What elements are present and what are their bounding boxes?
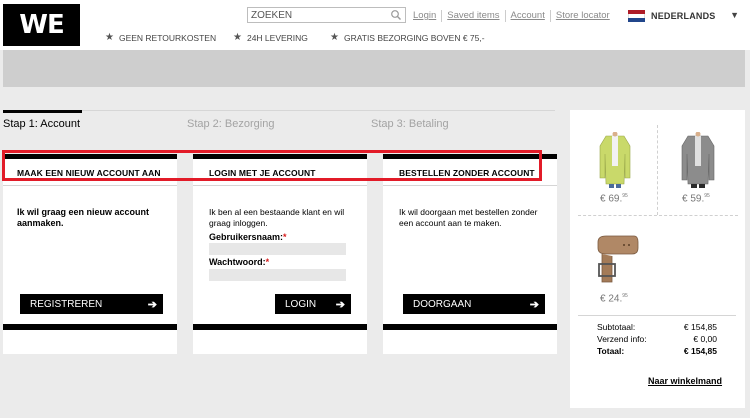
chevron-down-icon: ▼ <box>730 10 739 20</box>
go-to-cart-link[interactable]: Naar winkelmand <box>648 376 722 386</box>
required-mark: * <box>283 232 287 242</box>
usp-item: ★ GRATIS BEZORGING BOVEN € 75,- <box>330 32 485 43</box>
card-bottom-bar <box>3 324 177 330</box>
divider <box>383 185 557 186</box>
card-text: Ik wil doorgaan met bestellen zonder een… <box>399 207 538 228</box>
step-account: Stap 1: Account <box>3 118 81 130</box>
total-row: Totaal: € 154,85 <box>597 345 717 357</box>
password-field[interactable] <box>209 269 346 281</box>
usp-label: GRATIS BEZORGING BOVEN € 75,- <box>343 32 485 43</box>
card-bottom-bar <box>193 324 367 330</box>
search-box[interactable] <box>247 7 406 23</box>
language-selector[interactable]: NEDERLANDS ▼ <box>628 8 742 24</box>
netherlands-flag-icon <box>628 10 645 22</box>
divider <box>193 185 367 186</box>
continue-button-label: DOORGAAN <box>413 298 472 310</box>
subtotal-label: Subtotaal: <box>597 322 636 332</box>
card-text: Ik wil graag een nieuw account aanmaken. <box>17 207 150 228</box>
guest-checkout-card: BESTELLEN ZONDER ACCOUNT Ik wil doorgaan… <box>383 154 557 354</box>
highlight-box <box>2 150 542 181</box>
divider <box>657 125 658 215</box>
cart-totals: Subtotaal: € 154,85 Verzend info: € 0,00… <box>597 321 717 357</box>
saved-items-link[interactable]: Saved items <box>442 10 506 22</box>
top-links: Login Saved items Account Store locator <box>408 9 615 23</box>
arrow-right-icon: ➔ <box>529 298 539 311</box>
divider <box>578 315 736 316</box>
price-main: € 69. <box>600 193 623 205</box>
price-main: € 59. <box>682 193 705 205</box>
checkout-steps: Stap 1: Account Stap 2: Bezorging Stap 3… <box>3 110 555 135</box>
search-icon[interactable] <box>390 9 402 21</box>
login-button-label: LOGIN <box>285 298 317 310</box>
store-locator-link[interactable]: Store locator <box>551 10 615 22</box>
register-button-label: REGISTREREN <box>30 298 103 310</box>
usp-bar: ★ GEEN RETOURKOSTEN ★ 24H LEVERING ★ GRA… <box>105 32 485 43</box>
continue-button[interactable]: DOORGAAN ➔ <box>403 294 545 314</box>
site-header: WE Login Saved items Account Store locat… <box>0 0 750 50</box>
product-price: € 69.95 <box>600 193 628 204</box>
star-icon: ★ <box>105 32 114 43</box>
price-cents: 95 <box>622 293 628 299</box>
usp-item: ★ 24H LEVERING <box>233 32 330 43</box>
product-image-yellow-jacket[interactable] <box>596 132 634 188</box>
star-icon: ★ <box>233 32 242 43</box>
username-label: Gebruikersnaam:* <box>209 232 287 242</box>
step-delivery: Stap 2: Bezorging <box>187 118 275 130</box>
price-cents: 95 <box>704 193 710 199</box>
search-input[interactable] <box>248 8 388 22</box>
price-main: € 24. <box>600 293 623 305</box>
login-link[interactable]: Login <box>408 10 443 22</box>
username-label-text: Gebruikersnaam: <box>209 232 284 242</box>
new-account-card: MAAK EEN NIEUW ACCOUNT AAN Ik wil graag … <box>3 154 177 354</box>
price-cents: 95 <box>622 193 628 199</box>
step-payment: Stap 3: Betaling <box>371 118 449 130</box>
total-value: € 154,85 <box>683 346 717 356</box>
username-field[interactable] <box>209 243 346 255</box>
arrow-right-icon: ➔ <box>335 298 345 311</box>
usp-item: ★ GEEN RETOURKOSTEN <box>105 32 233 43</box>
mini-cart: € 69.95 € 59.95 € 24.95 Subtotaal: € 154… <box>570 110 745 408</box>
usp-label: 24H LEVERING <box>246 32 308 43</box>
product-price: € 59.95 <box>682 193 710 204</box>
active-step-indicator <box>3 110 82 113</box>
subtotal-row: Subtotaal: € 154,85 <box>597 321 717 333</box>
we-logo[interactable]: WE <box>3 4 80 46</box>
product-image-brown-belt[interactable] <box>594 232 640 288</box>
required-mark: * <box>265 257 270 267</box>
divider <box>3 185 177 186</box>
password-label: Wachtwoord:* <box>209 257 269 267</box>
card-text: Ik ben al een bestaande klant en wil gra… <box>209 207 345 228</box>
promo-banner <box>3 50 745 87</box>
logo-text: WE <box>19 10 64 40</box>
divider <box>578 215 738 216</box>
register-button[interactable]: REGISTREREN ➔ <box>20 294 163 314</box>
language-label: NEDERLANDS <box>651 11 716 21</box>
shipping-label: Verzend info: <box>597 334 647 344</box>
subtotal-value: € 154,85 <box>683 322 717 332</box>
password-label-text: Wachtwoord: <box>209 257 266 267</box>
account-link[interactable]: Account <box>506 10 551 22</box>
shipping-value: € 0,00 <box>693 334 717 344</box>
usp-label: GEEN RETOURKOSTEN <box>118 32 217 43</box>
product-price: € 24.95 <box>600 293 628 304</box>
card-bottom-bar <box>383 324 557 330</box>
star-icon: ★ <box>330 32 339 43</box>
arrow-right-icon: ➔ <box>147 298 157 311</box>
total-label: Totaal: <box>597 346 625 356</box>
login-card: LOGIN MET JE ACCOUNT Ik ben al een besta… <box>193 154 367 354</box>
product-image-grey-jacket[interactable] <box>678 132 718 188</box>
shipping-row: Verzend info: € 0,00 <box>597 333 717 345</box>
login-button[interactable]: LOGIN ➔ <box>275 294 351 314</box>
